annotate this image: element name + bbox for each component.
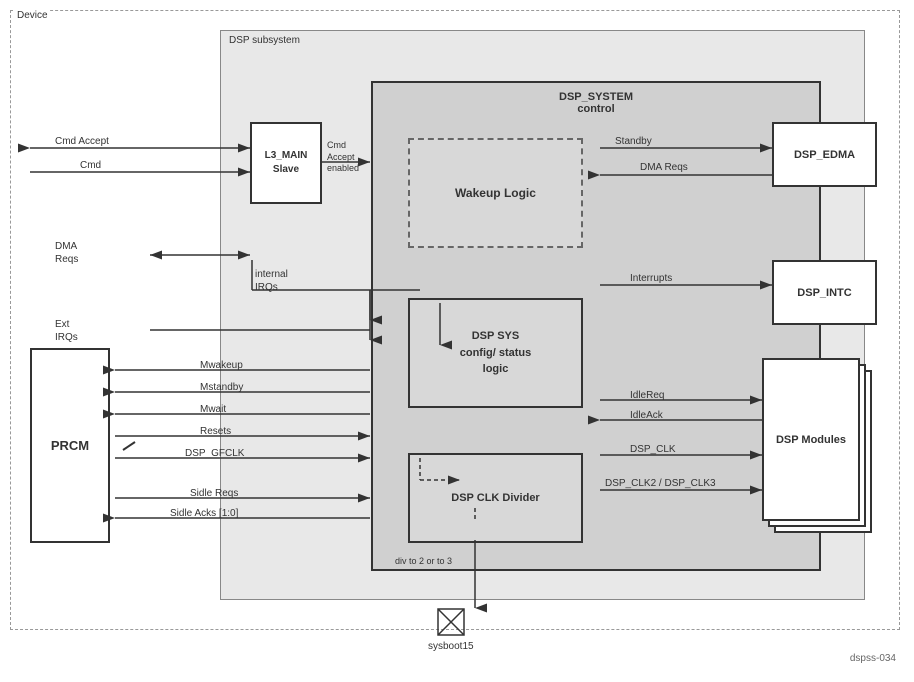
standby-label: Standby <box>615 136 652 147</box>
wakeup-box: Wakeup Logic <box>408 138 583 248</box>
l3main-box: L3_MAINSlave <box>250 122 322 204</box>
sysboot-label: sysboot15 <box>428 641 474 652</box>
mstandby-label: Mstandby <box>200 382 243 393</box>
div-note-label: div to 2 or to 3 <box>395 556 452 566</box>
sidle-acks-label: Sidle Acks [1:0] <box>170 508 238 519</box>
resets-label: Resets <box>200 426 231 437</box>
dsp-modules-label: DSP Modules <box>776 434 846 446</box>
dsp-sys-box: DSP SYSconfig/ statuslogic <box>408 298 583 408</box>
mwait-label: Mwait <box>200 404 226 415</box>
internal-irqs-label: internalIRQs <box>255 268 288 294</box>
dspss-label: dspss-034 <box>850 653 896 664</box>
diagram-container: Device DSP subsystem DSP_SYSTEM control … <box>0 0 914 682</box>
dma-reqs-left-label: DMAReqs <box>55 240 78 266</box>
clk-divider-box: DSP CLK Divider <box>408 453 583 543</box>
dsp-gfclk-label: DSP_GFCLK <box>185 448 244 459</box>
cmd-accept-label: Cmd Accept <box>55 136 109 147</box>
dsp-intc-label: DSP_INTC <box>797 287 851 299</box>
clk-divider-label: DSP CLK Divider <box>451 490 539 507</box>
ext-irqs-label: ExtIRQs <box>55 318 78 344</box>
dsp-system-outer-box: DSP_SYSTEM control Wakeup Logic DSP SYSc… <box>371 81 821 571</box>
dsp-system-label: DSP_SYSTEM control <box>373 91 819 115</box>
dsp-clk-label: DSP_CLK <box>630 444 676 455</box>
dsp-edma-label: DSP_EDMA <box>794 149 855 161</box>
dsp-modules-container: DSP Modules <box>762 358 867 543</box>
mwakeup-label: Mwakeup <box>200 360 243 371</box>
l3main-label: L3_MAINSlave <box>265 149 308 177</box>
cmd-accept-enabled-label: CmdAcceptenabled <box>327 140 359 175</box>
sysboot-container: sysboot15 <box>428 608 474 652</box>
cmd-label: Cmd <box>80 160 101 171</box>
sidle-reqs-label: Sidle Reqs <box>190 488 238 499</box>
dsp-module-box-front: DSP Modules <box>762 358 860 521</box>
dsp-edma-box: DSP_EDMA <box>772 122 877 187</box>
interrupts-label: Interrupts <box>630 273 672 284</box>
dsp-intc-box: DSP_INTC <box>772 260 877 325</box>
dsp-subsystem-label: DSP subsystem <box>229 35 300 46</box>
dsp-sys-label: DSP SYSconfig/ statuslogic <box>460 328 532 378</box>
dsp-clk23-label: DSP_CLK2 / DSP_CLK3 <box>605 478 716 489</box>
sysboot-icon <box>437 608 465 636</box>
wakeup-label: Wakeup Logic <box>455 184 536 202</box>
prcm-label: PRCM <box>51 438 89 453</box>
device-label: Device <box>15 10 50 21</box>
idle-req-label: IdleReq <box>630 390 664 401</box>
prcm-box: PRCM <box>30 348 110 543</box>
dma-reqs-right-label: DMA Reqs <box>640 162 688 173</box>
idle-ack-label: IdleAck <box>630 410 663 421</box>
